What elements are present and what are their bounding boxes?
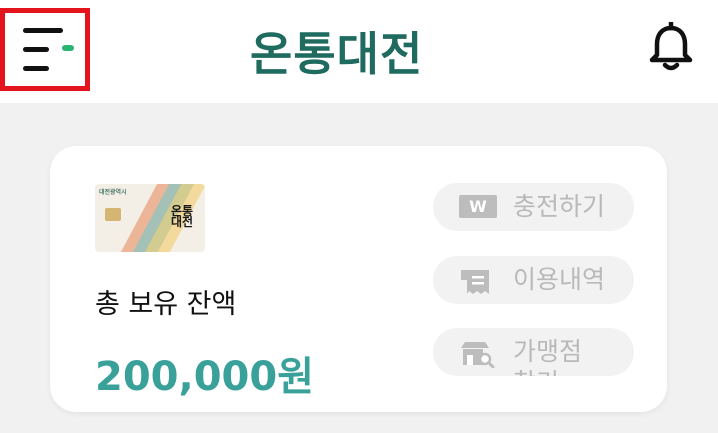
bell-icon: [649, 20, 693, 71]
store-search-label: 가맹점 찾기: [513, 337, 583, 376]
menu-button[interactable]: [0, 8, 90, 91]
charge-label: 충전하기: [513, 192, 606, 221]
balance-amount: 200,000원: [95, 354, 314, 400]
history-label: 이용내역: [513, 265, 606, 294]
store-search-icon: [459, 340, 495, 372]
app-logo: 온통대전: [250, 27, 424, 81]
card-chip: [105, 208, 121, 221]
app-header: 온통대전: [0, 0, 718, 103]
notification-button[interactable]: [648, 20, 694, 72]
card-brand: 온통대전: [171, 204, 194, 229]
store-search-button[interactable]: 가맹점 찾기: [433, 328, 634, 376]
charge-button[interactable]: W 충전하기: [433, 183, 634, 231]
card-issuer: 대전광역시: [99, 189, 127, 196]
balance-card: 대전광역시 온통대전 총 보유 잔액 200,000원 W 충전하기 이용내역: [50, 146, 667, 412]
balance-label: 총 보유 잔액: [95, 289, 237, 320]
card-image[interactable]: 대전광역시 온통대전: [95, 184, 205, 252]
won-icon: W: [459, 195, 497, 218]
receipt-icon: [459, 268, 495, 300]
history-button[interactable]: 이용내역: [433, 256, 634, 304]
menu-icon: [23, 28, 63, 33]
